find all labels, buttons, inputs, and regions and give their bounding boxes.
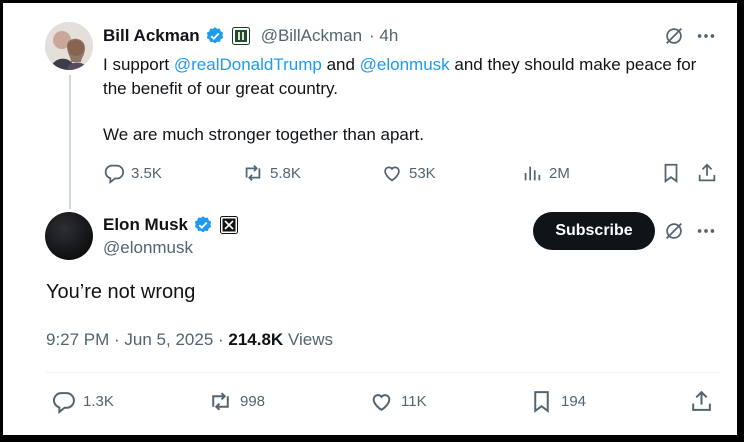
bookmark-button[interactable]: 194	[529, 389, 586, 414]
like-count: 11K	[401, 393, 427, 410]
bookmark-button[interactable]	[660, 162, 682, 184]
grok-icon[interactable]	[663, 25, 687, 49]
reply-count: 1.3K	[83, 393, 114, 410]
share-button[interactable]	[696, 162, 718, 184]
grok-icon[interactable]	[663, 220, 687, 244]
mention-realdonaldtrump[interactable]: @realDonaldTrump	[174, 55, 322, 74]
views-label: Views	[283, 330, 333, 349]
more-options-icon[interactable]	[695, 220, 719, 244]
parent-tweet-text: I support @realDonaldTrump and @elonmusk…	[103, 53, 723, 101]
subscribe-button[interactable]: Subscribe	[533, 212, 655, 250]
post-metadata: 9:27 PM · Jun 5, 2025 · 214.8K Views	[46, 330, 333, 350]
post-time[interactable]: · 4h	[369, 26, 398, 46]
bookmark-icon	[534, 391, 549, 413]
reply-button[interactable]: 3.5K	[103, 162, 162, 184]
bookmark-count: 194	[561, 393, 587, 410]
reply-button[interactable]: 1.3K	[51, 389, 114, 414]
author-name[interactable]: Bill Ackman	[103, 26, 200, 46]
reply-count: 3.5K	[131, 164, 162, 182]
verified-badge-icon	[206, 27, 223, 44]
share-icon	[698, 163, 716, 182]
like-button[interactable]: 53K	[381, 162, 436, 184]
heart-icon	[372, 394, 391, 411]
author-handle[interactable]: @BillAckman	[261, 26, 362, 46]
share-icon	[692, 390, 711, 411]
thread-connector-line	[69, 75, 71, 209]
heart-icon	[384, 166, 400, 182]
repost-count: 998	[240, 393, 266, 410]
repost-count: 5.8K	[270, 164, 301, 182]
mention-elonmusk[interactable]: @elonmusk	[360, 55, 450, 74]
elon-musk-avatar[interactable]	[45, 212, 93, 260]
reply-icon	[53, 392, 75, 414]
share-button[interactable]	[689, 389, 714, 414]
reply-icon	[104, 164, 125, 184]
bookmark-icon	[664, 163, 678, 183]
views-button[interactable]: 2M	[521, 162, 570, 184]
view-count: 214.8K	[228, 330, 284, 349]
author-handle[interactable]: @elonmusk	[103, 238, 193, 258]
divider	[46, 372, 721, 373]
repost-icon	[212, 392, 229, 411]
repost-button[interactable]: 998	[208, 389, 265, 414]
parent-tweet-paragraph-2: We are much stronger together than apart…	[103, 125, 424, 144]
verified-badge-icon	[194, 216, 212, 233]
main-tweet-text: You’re not wrong	[46, 281, 196, 303]
more-options-icon[interactable]	[695, 25, 719, 49]
like-count: 53K	[409, 164, 436, 182]
author-name[interactable]: Elon Musk	[103, 215, 188, 235]
repost-icon	[245, 165, 261, 181]
affiliate-org-badge-icon	[231, 27, 250, 45]
repost-button[interactable]: 5.8K	[242, 162, 301, 184]
bill-ackman-avatar[interactable]	[45, 22, 93, 70]
like-button[interactable]: 11K	[369, 389, 427, 414]
text-segment: I support	[103, 55, 174, 74]
tweet-thread: Bill Ackman @BillAckman · 4h I support @…	[3, 3, 737, 435]
x-logo-affiliate-icon	[220, 216, 239, 234]
post-timestamp[interactable]: 9:27 PM · Jun 5, 2025 ·	[46, 330, 228, 349]
analytics-icon	[524, 166, 541, 181]
view-count: 2M	[549, 164, 570, 182]
text-segment: and	[321, 55, 360, 74]
